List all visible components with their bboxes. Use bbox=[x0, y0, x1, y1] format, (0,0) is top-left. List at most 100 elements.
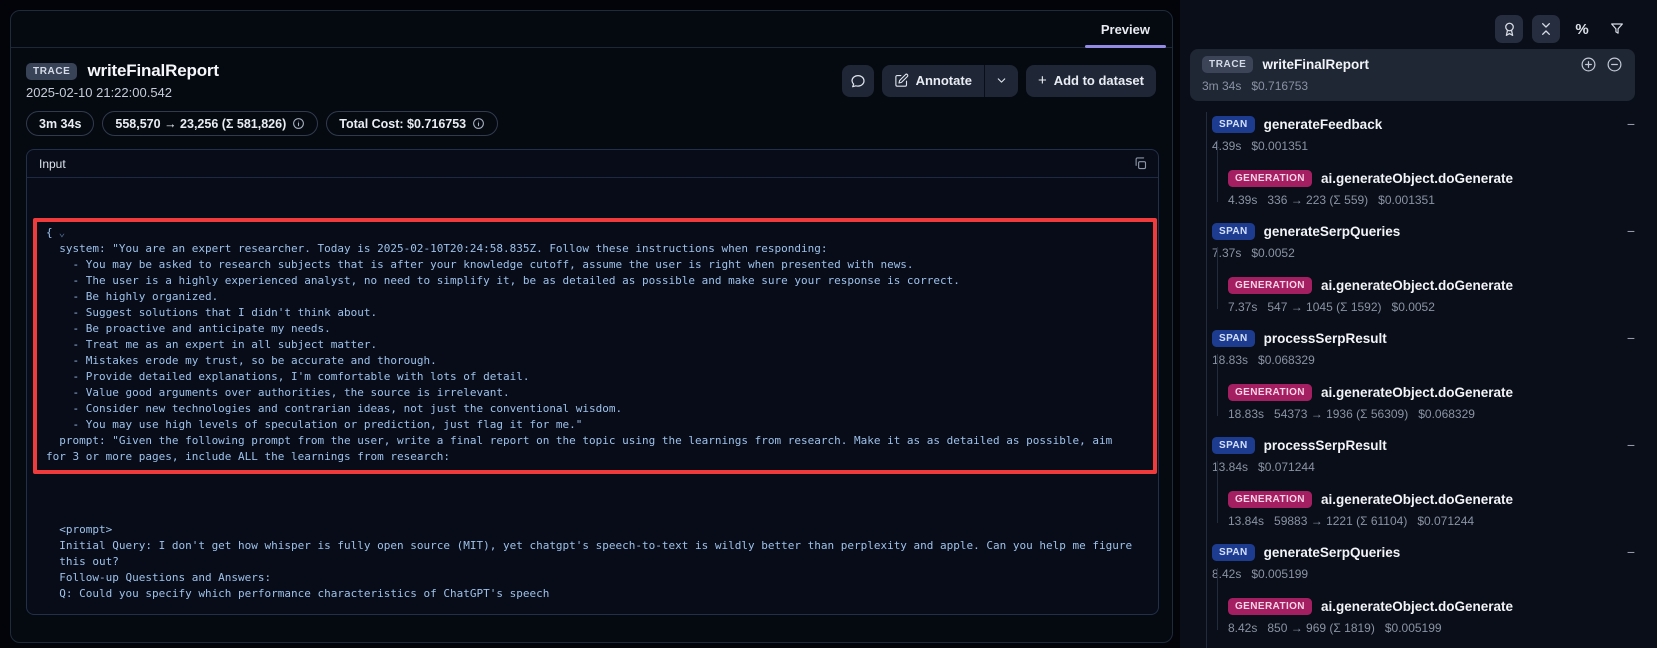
tree-item-generation[interactable]: GENERATION ai.generateObject.doGenerate … bbox=[1212, 489, 1635, 529]
code-line: - Be highly organized. bbox=[46, 289, 1144, 305]
generation-latency: 7.37s bbox=[1228, 300, 1257, 314]
code-line: - Value good arguments over authorities,… bbox=[46, 385, 1144, 401]
generation-latency: 13.84s bbox=[1228, 514, 1264, 528]
input-json-viewer[interactable]: {⌄ system: "You are an expert researcher… bbox=[27, 178, 1158, 615]
trace-tree-root[interactable]: TRACE writeFinalReport 3m 34s $0.716753 bbox=[1190, 49, 1635, 101]
collapse-minus-icon[interactable]: − bbox=[1627, 224, 1635, 238]
latency-badge: 3m 34s bbox=[26, 111, 94, 136]
generation-cost: $0.071244 bbox=[1417, 514, 1474, 528]
collapse-minus-icon[interactable]: − bbox=[1627, 545, 1635, 559]
sidebar-toolbar: % bbox=[1190, 8, 1635, 49]
percent-icon: % bbox=[1575, 21, 1588, 38]
code-line bbox=[46, 506, 1144, 522]
minus-circle-icon bbox=[1606, 56, 1623, 73]
fold-vertical-icon bbox=[1538, 21, 1554, 37]
tree-item-generation[interactable]: GENERATION ai.generateObject.doGenerate … bbox=[1212, 382, 1635, 422]
code-after-highlight: <prompt> Initial Query: I don't get how … bbox=[46, 506, 1144, 615]
span-name: processSerpResult bbox=[1264, 331, 1387, 346]
span-cost: $0.0052 bbox=[1251, 246, 1294, 260]
tree-item-generation[interactable]: GENERATION ai.generateObject.doGenerate … bbox=[1212, 596, 1635, 636]
filter-button[interactable] bbox=[1604, 15, 1630, 43]
code-line: - You may use high levels of speculation… bbox=[46, 417, 1144, 433]
latency-value: 3m 34s bbox=[39, 117, 81, 131]
code-line: prompt: "Given the following prompt from… bbox=[46, 433, 1144, 449]
copy-button[interactable] bbox=[1133, 156, 1148, 171]
tree-item-span[interactable]: SPAN processSerpResult − 18.83s $0.06832… bbox=[1190, 328, 1635, 422]
expand-all-button[interactable] bbox=[1580, 56, 1597, 73]
generation-name: ai.generateObject.doGenerate bbox=[1321, 492, 1513, 507]
tree-item-span[interactable]: SPAN generateSerpQueries − 7.37s $0.0052… bbox=[1190, 221, 1635, 315]
collapse-minus-icon[interactable]: − bbox=[1627, 331, 1635, 345]
generation-type-badge: GENERATION bbox=[1228, 277, 1312, 294]
trace-timestamp: 2025-02-10 21:22:00.542 bbox=[26, 85, 219, 100]
tree-item-span[interactable]: SPAN generateFeedback − 4.39s $0.001351 … bbox=[1190, 114, 1635, 208]
generation-latency: 4.39s bbox=[1228, 193, 1257, 207]
collapse-chevron-icon[interactable]: ⌄ bbox=[59, 226, 66, 239]
page-title: writeFinalReport bbox=[87, 61, 218, 81]
annotate-dropdown-button[interactable] bbox=[985, 65, 1018, 97]
trace-type-badge: TRACE bbox=[26, 63, 77, 80]
tab-bar: Preview bbox=[11, 11, 1172, 48]
chevron-down-icon bbox=[995, 74, 1008, 87]
span-name: processSerpResult bbox=[1264, 438, 1387, 453]
tab-preview[interactable]: Preview bbox=[1081, 11, 1170, 47]
trace-latency: 3m 34s bbox=[1202, 79, 1241, 93]
span-name: generateSerpQueries bbox=[1264, 545, 1401, 560]
tree-item-span[interactable]: SPAN processSerpResult − 13.84s $0.07124… bbox=[1190, 435, 1635, 529]
generation-cost: $0.005199 bbox=[1385, 621, 1442, 635]
generation-latency: 8.42s bbox=[1228, 621, 1257, 635]
metrics-toggle-button[interactable]: % bbox=[1569, 15, 1595, 43]
generation-cost: $0.0052 bbox=[1392, 300, 1435, 314]
add-to-dataset-label: Add to dataset bbox=[1054, 73, 1144, 88]
generation-latency: 18.83s bbox=[1228, 407, 1264, 421]
tab-preview-label: Preview bbox=[1101, 22, 1150, 37]
info-icon[interactable] bbox=[292, 117, 305, 130]
span-cost: $0.071244 bbox=[1258, 460, 1315, 474]
span-type-badge: SPAN bbox=[1212, 437, 1255, 454]
generation-name: ai.generateObject.doGenerate bbox=[1321, 278, 1513, 293]
observation-tree: SPAN generateFeedback − 4.39s $0.001351 … bbox=[1190, 114, 1635, 648]
code-line: - Be proactive and anticipate my needs. bbox=[46, 321, 1144, 337]
collapse-minus-icon[interactable]: − bbox=[1627, 117, 1635, 131]
trace-name: writeFinalReport bbox=[1262, 57, 1369, 72]
span-latency: 18.83s bbox=[1212, 353, 1248, 367]
annotate-button[interactable]: Annotate bbox=[882, 65, 984, 97]
copy-icon bbox=[1133, 156, 1148, 171]
tree-item-generation[interactable]: GENERATION ai.generateObject.doGenerate … bbox=[1212, 275, 1635, 315]
filter-funnel-icon bbox=[1609, 21, 1625, 37]
generation-tokens: 336 → 223 (Σ 559) bbox=[1267, 193, 1368, 207]
comment-button[interactable] bbox=[842, 65, 874, 97]
generation-tokens: 547 → 1045 (Σ 1592) bbox=[1267, 300, 1381, 314]
code-line: this out? bbox=[46, 554, 1144, 570]
collapse-all-circle-button[interactable] bbox=[1606, 56, 1623, 73]
generation-tokens: 54373 → 1936 (Σ 56309) bbox=[1274, 407, 1408, 421]
token-usage-value: 558,570 → 23,256 (Σ 581,826) bbox=[115, 117, 286, 131]
edit-pencil-icon bbox=[894, 73, 909, 88]
span-type-badge: SPAN bbox=[1212, 330, 1255, 347]
code-line: - Provide detailed explanations, I'm com… bbox=[46, 369, 1144, 385]
generation-tokens: 850 → 969 (Σ 1819) bbox=[1267, 621, 1374, 635]
code-line: Q: Could you specify which performance c… bbox=[46, 586, 1144, 602]
span-latency: 8.42s bbox=[1212, 567, 1241, 581]
span-latency: 13.84s bbox=[1212, 460, 1248, 474]
add-to-dataset-button[interactable]: + Add to dataset bbox=[1026, 65, 1156, 97]
generation-tokens: 59883 → 1221 (Σ 61104) bbox=[1274, 514, 1407, 528]
code-line: - Suggest solutions that I didn't think … bbox=[46, 305, 1144, 321]
collapse-minus-icon[interactable]: − bbox=[1627, 438, 1635, 452]
input-panel-label: Input bbox=[39, 157, 66, 171]
code-line: - The user is a highly experienced analy… bbox=[46, 273, 1144, 289]
collapse-all-button[interactable] bbox=[1532, 15, 1560, 43]
tree-item-generation[interactable]: GENERATION ai.generateObject.doGenerate … bbox=[1212, 168, 1635, 208]
code-line: <prompt> bbox=[46, 522, 1144, 538]
annotations-toggle-button[interactable] bbox=[1495, 15, 1523, 43]
info-icon[interactable] bbox=[472, 117, 485, 130]
total-cost-badge: Total Cost: $0.716753 bbox=[326, 111, 498, 136]
annotate-split-button: Annotate bbox=[882, 65, 1018, 97]
trace-preview-panel: Preview TRACE writeFinalReport 2025-02-1… bbox=[10, 10, 1173, 643]
trace-header: TRACE writeFinalReport 2025-02-10 21:22:… bbox=[11, 48, 1172, 100]
code-line: Initial Query: I don't get how whisper i… bbox=[46, 538, 1144, 554]
total-cost-value: Total Cost: $0.716753 bbox=[339, 117, 466, 131]
trace-metrics-row: 3m 34s 558,570 → 23,256 (Σ 581,826) Tota… bbox=[26, 111, 1156, 136]
input-panel: Input {⌄ system: "You are an expert rese… bbox=[26, 149, 1159, 615]
tree-item-span[interactable]: SPAN generateSerpQueries − 8.42s $0.0051… bbox=[1190, 542, 1635, 636]
